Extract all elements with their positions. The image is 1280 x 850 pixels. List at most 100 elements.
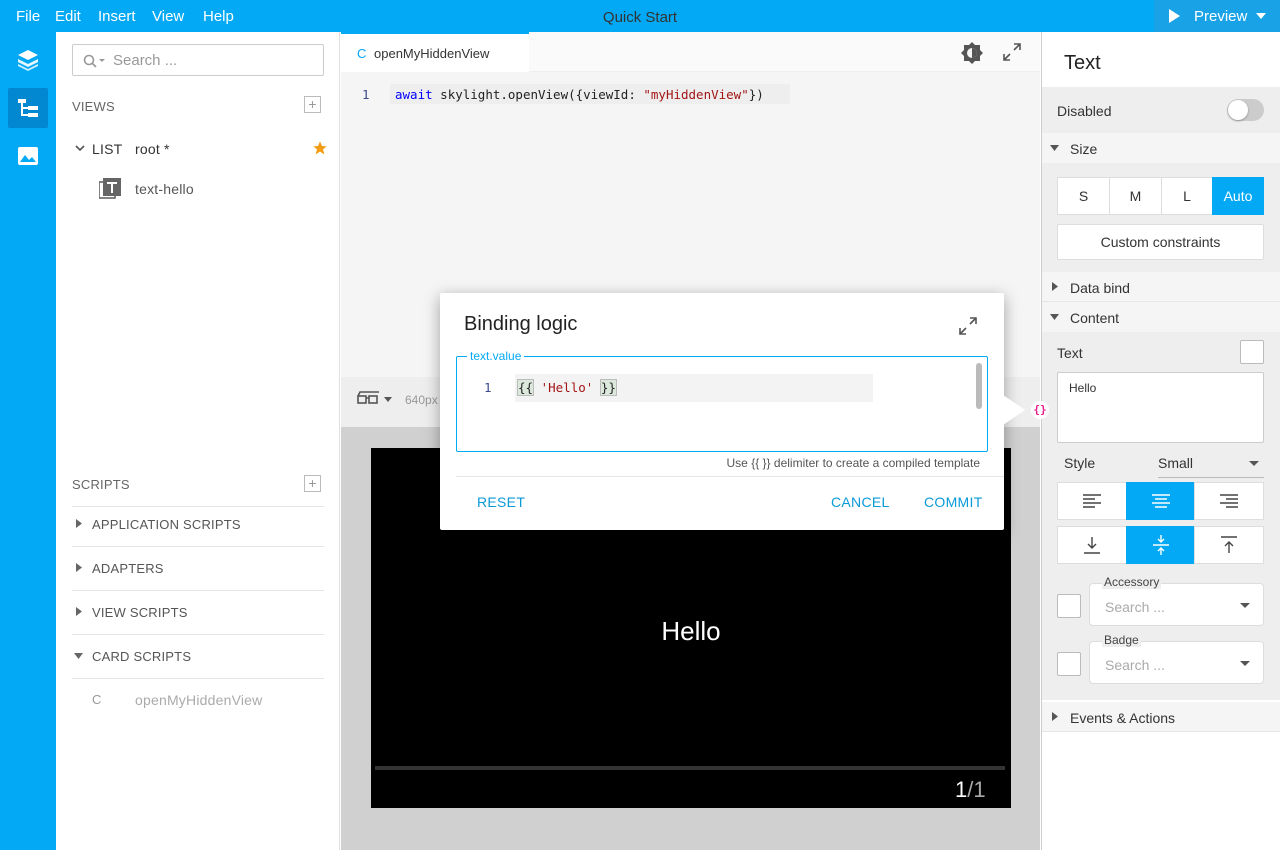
text-checkbox[interactable] — [1240, 340, 1264, 364]
menu-help[interactable]: Help — [203, 0, 234, 32]
list-type-label: LIST — [92, 141, 123, 157]
binding-line-number: 1 — [484, 380, 492, 395]
play-icon — [1169, 9, 1180, 23]
page-total: /1 — [967, 777, 986, 802]
text-element-icon — [99, 178, 121, 199]
screen-progress-track — [375, 766, 1005, 770]
align-right-button[interactable] — [1194, 482, 1264, 520]
screen-hello-text[interactable]: Hello — [371, 616, 1011, 647]
glasses-icon[interactable] — [357, 391, 381, 407]
chevron-down-icon[interactable] — [384, 397, 392, 402]
align-middle-icon — [1152, 535, 1169, 555]
script-group-view[interactable]: VIEW SCRIPTS — [92, 605, 188, 620]
properties-title: Text — [1064, 52, 1101, 74]
reset-button[interactable]: RESET — [477, 494, 525, 510]
badge-checkbox[interactable] — [1057, 652, 1081, 676]
accessory-checkbox[interactable] — [1057, 594, 1081, 618]
chevron-down-icon[interactable] — [1256, 13, 1266, 19]
disabled-label: Disabled — [1057, 103, 1112, 119]
size-l-button[interactable]: L — [1161, 177, 1213, 215]
chevron-down-icon[interactable] — [75, 145, 85, 152]
divider — [72, 506, 324, 507]
size-title: Size — [1070, 141, 1098, 157]
code-string: "myHiddenView" — [643, 87, 749, 102]
divider — [72, 546, 324, 547]
code-string: 'Hello' — [540, 380, 594, 395]
menu-view[interactable]: View — [152, 0, 184, 32]
menu-insert[interactable]: Insert — [98, 0, 136, 32]
list-name[interactable]: root * — [135, 141, 170, 157]
divider — [72, 634, 324, 635]
accessory-label: Accessory — [1102, 575, 1162, 589]
tree-item-text-hello[interactable]: text-hello — [135, 181, 194, 197]
data-bind-title: Data bind — [1070, 280, 1130, 296]
theme-toggle-icon[interactable] — [960, 41, 984, 65]
page-current: 1 — [955, 777, 968, 802]
accessory-field[interactable]: Accessory Search ... — [1089, 575, 1264, 626]
disabled-row: Disabled — [1042, 87, 1280, 133]
search-icon — [83, 54, 105, 68]
script-group-card[interactable]: CARD SCRIPTS — [92, 649, 191, 664]
add-view-button[interactable]: + — [304, 96, 321, 113]
badge-field[interactable]: Badge Search ... — [1089, 633, 1264, 684]
binding-code-field[interactable]: text.value 1 {{ 'Hello' }} — [456, 349, 988, 452]
code-open: {{ — [516, 379, 535, 396]
chevron-down-icon — [1240, 603, 1250, 608]
search-input[interactable]: Search ... — [72, 44, 324, 76]
tab-prefix: C — [357, 46, 367, 61]
binding-field-legend: text.value — [467, 349, 525, 363]
expand-icon[interactable] — [959, 317, 977, 335]
tab-label: openMyHiddenView — [374, 46, 490, 61]
properties-panel: Text Disabled Size S M L Auto Custom con… — [1041, 32, 1280, 850]
align-center-button[interactable] — [1126, 482, 1195, 520]
custom-constraints-button[interactable]: Custom constraints — [1057, 224, 1264, 260]
align-left-button[interactable] — [1057, 482, 1127, 520]
chevron-right-icon — [76, 519, 82, 528]
expand-icon[interactable] — [1003, 43, 1021, 61]
preview-button[interactable]: Preview — [1154, 0, 1280, 32]
binding-icon[interactable]: {} — [1031, 401, 1049, 419]
commit-button[interactable]: COMMIT — [924, 494, 983, 510]
style-select[interactable]: Small — [1158, 454, 1264, 478]
image-icon[interactable] — [8, 136, 48, 176]
events-actions-title: Events & Actions — [1070, 710, 1176, 726]
script-group-adapters[interactable]: ADAPTERS — [92, 561, 164, 576]
hierarchy-icon[interactable] — [8, 88, 48, 128]
binding-logic-dialog: Binding logic text.value 1 {{ 'Hello' }}… — [440, 293, 1004, 530]
chevron-right-icon — [1052, 712, 1058, 721]
add-script-button[interactable]: + — [304, 475, 321, 492]
content-title: Content — [1070, 310, 1120, 326]
chevron-right-icon — [76, 607, 82, 616]
data-bind-section-header[interactable]: Data bind — [1042, 272, 1280, 302]
chevron-right-icon — [1052, 282, 1058, 291]
size-section-header[interactable]: Size — [1042, 133, 1280, 163]
size-s-button[interactable]: S — [1057, 177, 1110, 215]
tab-openmyhiddenview[interactable]: C openMyHiddenView — [341, 32, 529, 72]
logo-icon[interactable] — [8, 40, 48, 80]
divider — [72, 590, 324, 591]
content-section-header[interactable]: Content — [1042, 302, 1280, 332]
valign-bottom-button[interactable] — [1057, 526, 1127, 564]
align-right-icon — [1220, 494, 1238, 508]
cancel-button[interactable]: CANCEL — [831, 494, 890, 510]
events-actions-section-header[interactable]: Events & Actions — [1042, 702, 1280, 732]
disabled-toggle[interactable] — [1227, 99, 1264, 121]
text-value-field[interactable]: Hello — [1057, 372, 1264, 443]
menu-file[interactable]: File — [16, 0, 40, 32]
script-group-application[interactable]: APPLICATION SCRIPTS — [92, 517, 241, 532]
style-label: Style — [1064, 455, 1096, 471]
divider — [72, 678, 324, 679]
align-center-icon — [1151, 494, 1170, 508]
badge-placeholder: Search ... — [1105, 657, 1165, 673]
menu-edit[interactable]: Edit — [55, 0, 81, 32]
size-auto-button[interactable]: Auto — [1212, 177, 1264, 215]
scrollbar[interactable] — [976, 363, 982, 409]
code-end: }) — [748, 87, 764, 102]
code-line: await skylight.openView({viewId: "myHidd… — [395, 87, 764, 102]
size-m-button[interactable]: M — [1109, 177, 1162, 215]
align-left-icon — [1083, 494, 1101, 508]
valign-middle-button[interactable] — [1126, 526, 1195, 564]
card-script-item[interactable]: openMyHiddenView — [135, 692, 262, 708]
star-icon[interactable] — [312, 140, 328, 156]
valign-top-button[interactable] — [1194, 526, 1264, 564]
